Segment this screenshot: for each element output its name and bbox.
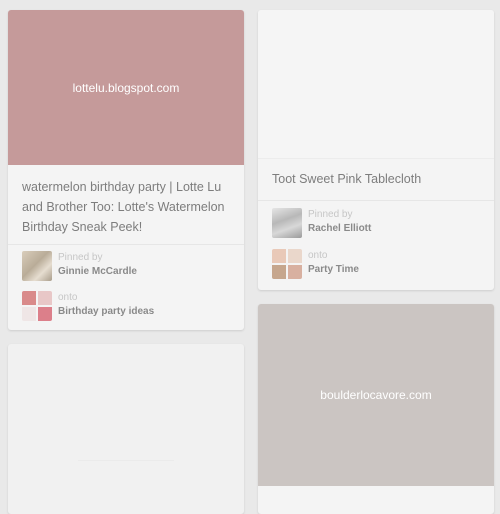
board-thumbnail[interactable]: [272, 249, 302, 279]
onto-label: onto: [58, 292, 78, 303]
pinner-name[interactable]: Ginnie McCardle: [58, 266, 137, 278]
board-thumbnail[interactable]: [22, 291, 52, 321]
pinned-by-label: Pinned by: [308, 209, 353, 220]
board-thumb-tile: [272, 249, 286, 263]
pin-card[interactable]: boulderlocavore.com: [258, 304, 494, 514]
pin-image[interactable]: lottelu.blogspot.com: [8, 10, 244, 165]
divider: [258, 158, 494, 159]
board-thumb-tile: [288, 265, 302, 279]
pin-source-domain: boulderlocavore.com: [320, 388, 432, 402]
pin-image[interactable]: boulderlocavore.com: [258, 304, 494, 486]
board-name[interactable]: Party Time: [308, 264, 359, 276]
pin-description: Toot Sweet Pink Tablecloth: [272, 172, 422, 186]
board-thumb-tile: [38, 291, 52, 305]
pin-description: watermelon birthday party | Lotte Lu and…: [22, 180, 225, 234]
board-thumb-tile: [288, 249, 302, 263]
board-row[interactable]: onto Party Time: [272, 248, 484, 280]
pinner-avatar[interactable]: [22, 251, 52, 281]
pin-card[interactable]: Toot Sweet Pink Tablecloth Pinned by Rac…: [258, 10, 494, 290]
pinner-avatar[interactable]: [272, 208, 302, 238]
board-thumb-tile: [272, 265, 286, 279]
board-thumb-tile: [22, 307, 36, 321]
divider: [78, 460, 174, 461]
divider: [8, 244, 244, 245]
divider: [258, 200, 494, 201]
pinned-by-label: Pinned by: [58, 252, 103, 263]
board-row[interactable]: onto Birthday party ideas: [22, 290, 234, 322]
pinned-by-row[interactable]: Pinned by Ginnie McCardle: [22, 250, 234, 282]
pinner-name[interactable]: Rachel Elliott: [308, 223, 371, 235]
pin-image[interactable]: [258, 10, 494, 158]
pin-card[interactable]: lottelu.blogspot.com watermelon birthday…: [8, 10, 244, 330]
onto-label: onto: [308, 250, 328, 261]
board-thumb-tile: [22, 291, 36, 305]
pin-source-domain: lottelu.blogspot.com: [72, 80, 180, 95]
board-name[interactable]: Birthday party ideas: [58, 306, 154, 318]
board-thumb-tile: [38, 307, 52, 321]
pin-card[interactable]: [8, 344, 244, 514]
pinned-by-row[interactable]: Pinned by Rachel Elliott: [272, 207, 484, 239]
